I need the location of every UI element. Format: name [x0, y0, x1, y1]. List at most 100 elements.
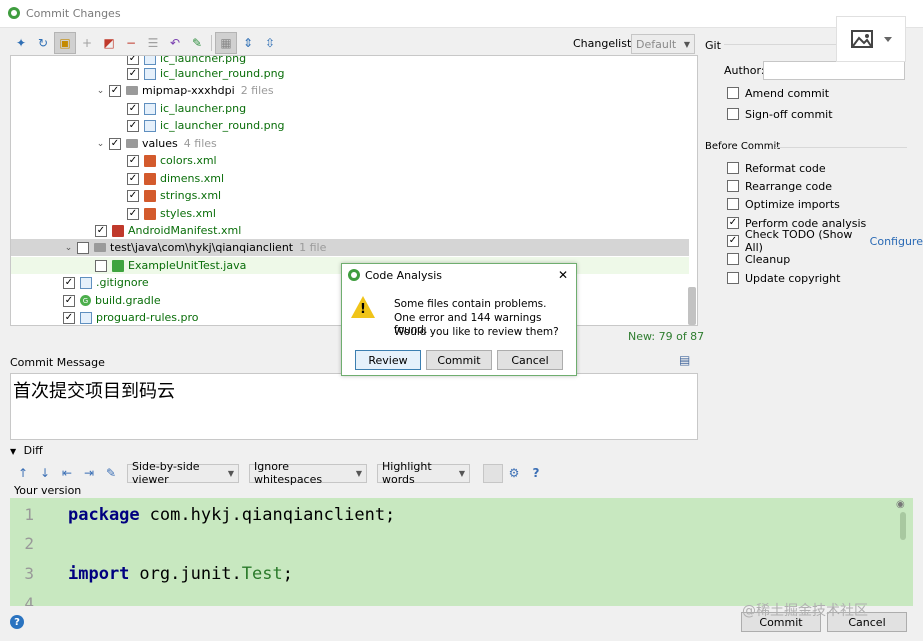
chevron-down-icon[interactable]: ⌄ — [95, 86, 106, 96]
arrow-down-icon[interactable]: ↓ — [34, 463, 56, 483]
option-checkbox[interactable]: ✓ — [727, 235, 739, 247]
group-by-directory-icon[interactable]: ▣ — [54, 32, 76, 54]
review-button[interactable]: Review — [355, 350, 421, 370]
tree-row[interactable]: ⌄ ✓ values 4 files — [11, 135, 689, 152]
reformat-code-option[interactable]: Reformat code — [727, 160, 826, 176]
chevron-down-icon[interactable]: ⌄ — [63, 243, 74, 253]
refresh-icon[interactable]: ↻ — [32, 32, 54, 54]
configure-link[interactable]: Configure — [870, 235, 923, 248]
new-count: New: 79 of 87 — [628, 330, 705, 343]
diff-section-header[interactable]: ▼ Diff — [10, 444, 43, 457]
edit-source-icon[interactable]: ✎ — [186, 32, 208, 54]
row-checkbox[interactable]: ✓ — [127, 154, 139, 167]
file-name: ic_launcher.png — [160, 102, 247, 115]
arrow-up-icon[interactable]: ↑ — [12, 463, 34, 483]
cleanup-option[interactable]: Cleanup — [727, 251, 790, 267]
option-checkbox[interactable] — [727, 253, 739, 265]
row-checkbox[interactable]: ✓ — [127, 207, 139, 220]
next-file-icon[interactable]: ⇥ — [78, 463, 100, 483]
row-checkbox[interactable]: ✓ — [127, 119, 139, 132]
diff-code-panel[interactable]: 1 package com.hykj.qianqianclient; 2 3 i… — [10, 498, 913, 606]
changelist-select[interactable]: Default ▼ — [631, 34, 695, 54]
show-diff-icon[interactable]: ✦ — [10, 32, 32, 54]
expand-icon[interactable]: ☰ — [142, 32, 164, 54]
amend-checkbox[interactable] — [727, 87, 739, 99]
row-checkbox[interactable]: ✓ — [127, 102, 139, 115]
commit-message-input[interactable]: 首次提交项目到码云 — [10, 373, 698, 440]
dialog-message-line: Would you like to review them? — [394, 326, 559, 338]
help-button[interactable]: ? — [10, 615, 24, 629]
image-widget[interactable] — [836, 16, 906, 62]
rearrange-code-option[interactable]: Rearrange code — [727, 178, 832, 194]
add-icon[interactable]: + — [76, 32, 98, 54]
highlight-select[interactable]: Highlight words ▼ — [377, 460, 470, 486]
update-copyright-option[interactable]: Update copyright — [727, 270, 840, 286]
row-checkbox[interactable]: ✓ — [127, 67, 139, 80]
option-checkbox[interactable] — [727, 272, 739, 284]
tree-scrollbar[interactable] — [688, 287, 696, 325]
option-checkbox[interactable]: ✓ — [727, 217, 739, 229]
file-count: 1 file — [299, 241, 327, 254]
check-todo-option[interactable]: ✓ Check TODO (Show All) Configure — [727, 228, 923, 254]
tree-row[interactable]: ✓ dimens.xml — [11, 170, 689, 187]
rollback-icon[interactable]: ↶ — [164, 32, 186, 54]
previous-file-icon[interactable]: ⇤ — [56, 463, 78, 483]
tree-row[interactable]: ✓ styles.xml — [11, 205, 689, 222]
tree-row[interactable]: ✓ AndroidManifest.xml — [11, 222, 689, 239]
eye-icon[interactable]: ◉ — [896, 499, 905, 510]
tree-row[interactable]: ✓ colors.xml — [11, 152, 689, 169]
row-checkbox[interactable]: ✓ — [63, 311, 75, 324]
message-history-icon[interactable]: ▤ — [679, 353, 690, 367]
signoff-checkbox[interactable] — [727, 108, 739, 120]
gear-icon[interactable]: ⚙ — [503, 463, 525, 483]
tree-row[interactable]: ✓ strings.xml — [11, 187, 689, 204]
whitespace-select[interactable]: Ignore whitespaces ▼ — [249, 460, 367, 486]
code-line: 3 import org.junit. Test ; — [10, 559, 293, 588]
optimize-imports-option[interactable]: Optimize imports — [727, 196, 840, 212]
dialog-commit-button[interactable]: Commit — [426, 350, 492, 370]
row-checkbox[interactable]: ✓ — [127, 189, 139, 202]
gradle-file-icon: G — [80, 295, 91, 306]
divider — [724, 44, 844, 45]
option-label: Amend commit — [745, 86, 830, 100]
author-input[interactable] — [763, 61, 905, 80]
show-ignored-icon[interactable]: ▦ — [215, 32, 237, 54]
tree-row[interactable]: ✓ ic_launcher_round.png — [11, 117, 689, 134]
viewer-select[interactable]: Side-by-side viewer ▼ — [127, 460, 239, 486]
chevron-down-icon: ▼ — [458, 468, 465, 478]
tree-row[interactable]: ✓ ic_launcher_round.png — [11, 65, 689, 82]
help-icon[interactable]: ? — [525, 463, 547, 483]
row-checkbox[interactable]: ✓ — [63, 276, 75, 289]
xml-file-icon — [144, 207, 156, 220]
row-checkbox[interactable] — [95, 259, 107, 272]
signoff-commit-option[interactable]: Sign-off commit — [727, 106, 833, 122]
tree-row[interactable]: ✓ ic_launcher.png — [11, 100, 689, 117]
option-checkbox[interactable] — [727, 162, 739, 174]
lock-icon[interactable] — [483, 463, 503, 483]
tree-row-selected[interactable]: ⌄ test\java\com\hykj\qianqianclient 1 fi… — [11, 239, 689, 256]
row-checkbox[interactable] — [77, 241, 89, 254]
row-checkbox[interactable]: ✓ — [95, 224, 107, 237]
option-checkbox[interactable] — [727, 198, 739, 210]
png-file-icon — [144, 56, 156, 65]
row-checkbox[interactable]: ✓ — [63, 294, 75, 307]
close-icon[interactable]: ✕ — [558, 268, 568, 282]
file-name: colors.xml — [160, 154, 217, 167]
file-name: .gitignore — [96, 276, 149, 289]
remove-icon[interactable]: − — [120, 32, 142, 54]
option-checkbox[interactable] — [727, 180, 739, 192]
move-to-changelist-icon[interactable]: ◩ — [98, 32, 120, 54]
expand-all-icon[interactable]: ⇕ — [237, 32, 259, 54]
row-checkbox[interactable]: ✓ — [127, 56, 139, 65]
dialog-cancel-button[interactable]: Cancel — [497, 350, 563, 370]
row-checkbox[interactable]: ✓ — [109, 137, 121, 150]
code-line: 4 — [10, 589, 50, 606]
edit-source-icon[interactable]: ✎ — [100, 463, 122, 483]
tree-row[interactable]: ⌄ ✓ mipmap-xxxhdpi 2 files — [11, 82, 689, 99]
chevron-down-icon[interactable]: ⌄ — [95, 139, 106, 149]
row-checkbox[interactable]: ✓ — [109, 84, 121, 97]
amend-commit-option[interactable]: Amend commit — [727, 85, 829, 101]
collapse-all-icon[interactable]: ⇳ — [259, 32, 281, 54]
row-checkbox[interactable]: ✓ — [127, 172, 139, 185]
code-scrollbar[interactable] — [900, 512, 906, 540]
